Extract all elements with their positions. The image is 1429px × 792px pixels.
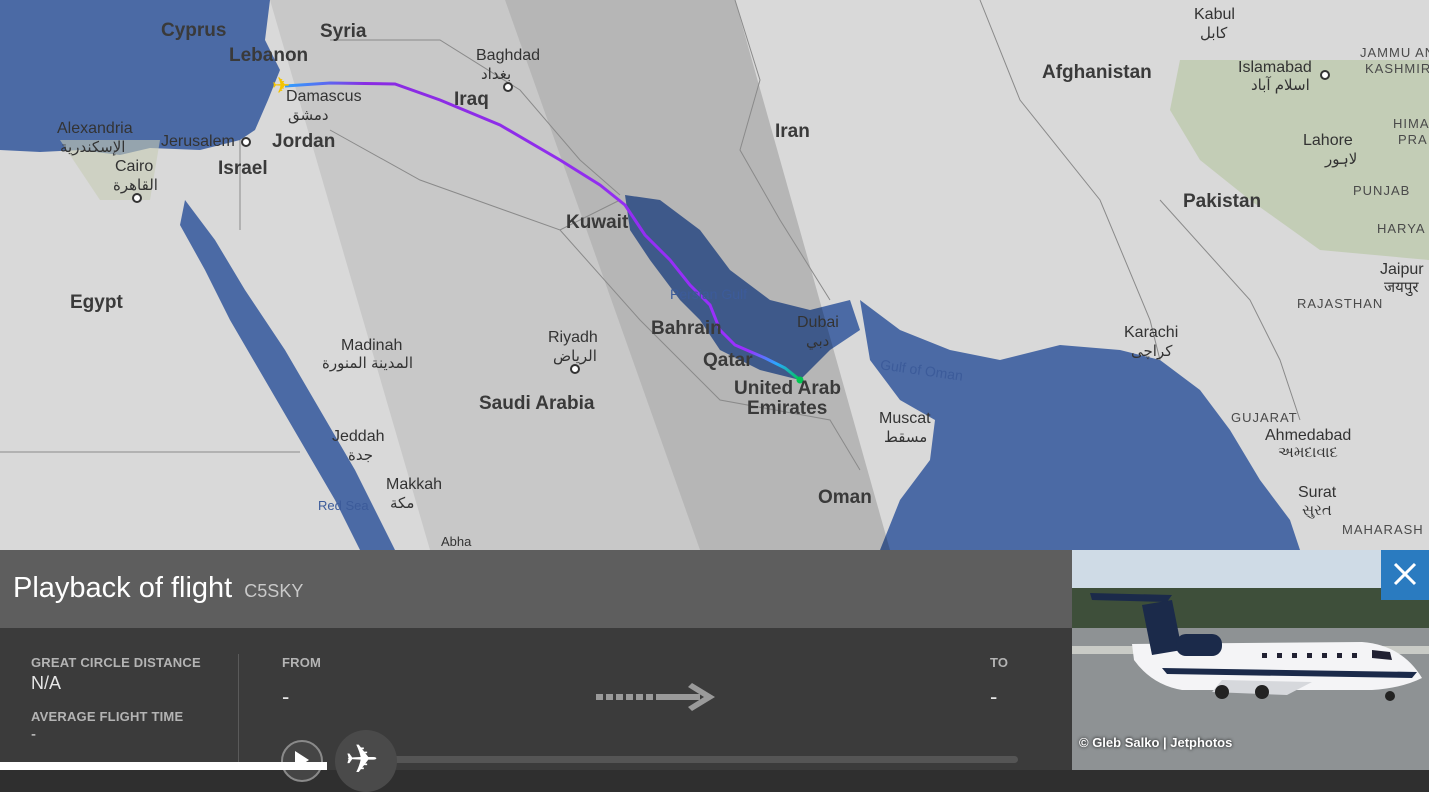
- playback-panel: Playback of flight C5SKY GREAT CIRCLE DI…: [0, 550, 1072, 792]
- label-jordan: Jordan: [272, 131, 336, 152]
- label-karachi: Karachi: [1124, 324, 1179, 341]
- playback-track[interactable]: [392, 756, 1018, 763]
- label-punjab: PUNJAB: [1353, 183, 1411, 198]
- label-afghanistan: Afghanistan: [1042, 62, 1152, 83]
- label-riyadh: Riyadh: [548, 329, 598, 346]
- label-syria: Syria: [320, 21, 367, 42]
- great-circle-label: GREAT CIRCLE DISTANCE: [31, 655, 201, 670]
- label-israel: Israel: [218, 158, 268, 179]
- label-pakistan: Pakistan: [1183, 191, 1262, 212]
- label-oman: Oman: [818, 487, 872, 508]
- label-lebanon: Lebanon: [229, 45, 309, 66]
- label-ahmedabad: Ahmedabad: [1265, 427, 1352, 444]
- label-pradesh: PRA: [1398, 132, 1428, 147]
- airplane-icon: ✈: [345, 738, 379, 782]
- label-surat-gu: સુરત: [1302, 502, 1332, 519]
- label-ahmedabad-gu: અમદાવાદ: [1278, 444, 1338, 461]
- label-iraq: Iraq: [454, 89, 489, 110]
- title-text: Playback of flight: [13, 572, 233, 604]
- label-baghdad: Baghdad: [476, 47, 541, 64]
- label-lahore: Lahore: [1303, 132, 1353, 149]
- callsign: C5SKY: [244, 581, 304, 601]
- label-maharashtra: MAHARASH: [1342, 522, 1424, 537]
- to-value: -: [990, 684, 998, 709]
- label-muscat: Muscat: [879, 410, 931, 427]
- label-saudi-arabia: Saudi Arabia: [479, 393, 595, 414]
- label-islamabad-ar: اسلام آباد: [1251, 77, 1310, 94]
- label-madinah: Madinah: [341, 337, 403, 354]
- close-glyph: [1393, 562, 1417, 586]
- play-icon[interactable]: [281, 740, 323, 782]
- label-lahore-ar: لاہور: [1325, 151, 1358, 168]
- panel-divider: [238, 654, 239, 770]
- from-value: -: [282, 684, 290, 709]
- label-jerusalem: Jerusalem: [161, 133, 235, 150]
- label-qatar: Qatar: [703, 350, 753, 371]
- label-uae-2: Emirates: [747, 398, 828, 419]
- label-red-sea: Red Sea: [318, 498, 369, 513]
- label-haryana: HARYA: [1377, 221, 1426, 236]
- label-kabul-ar: کابل: [1200, 25, 1228, 42]
- label-madinah-ar: المدينة المنورة: [322, 355, 413, 372]
- label-dubai-ar: دبي: [806, 333, 830, 350]
- photo-credit: © Gleb Salko | Jetphotos: [1079, 735, 1233, 750]
- label-gujarat: GUJARAT: [1231, 410, 1298, 425]
- label-damascus-ar: دمشق: [288, 107, 329, 124]
- label-makkah-ar: مكة: [390, 495, 415, 512]
- label-abha: Abha: [441, 534, 472, 549]
- city-dot-jerusalem: [241, 137, 251, 147]
- flight-route: [284, 81, 804, 384]
- label-cairo-ar: القاهرة: [113, 177, 158, 194]
- arrow-right-icon: [596, 683, 715, 711]
- label-damascus: Damascus: [286, 88, 362, 105]
- label-alexandria-ar: الإسكندرية: [60, 139, 126, 156]
- label-cyprus: Cyprus: [161, 20, 227, 41]
- city-dot-baghdad: [503, 82, 513, 92]
- label-rajasthan: RAJASTHAN: [1297, 296, 1384, 311]
- label-bahrain: Bahrain: [651, 318, 722, 339]
- label-iran: Iran: [775, 121, 810, 142]
- playback-slider-handle[interactable]: ✈: [335, 730, 397, 792]
- label-alexandria: Alexandria: [57, 120, 133, 137]
- label-surat: Surat: [1298, 484, 1337, 501]
- label-egypt: Egypt: [70, 292, 123, 313]
- panel-header: Playback of flight C5SKY: [0, 550, 1072, 628]
- avg-time-value: -: [31, 726, 36, 743]
- label-jeddah: Jeddah: [332, 428, 385, 445]
- great-circle-value: N/A: [31, 673, 62, 693]
- label-kashmir: KASHMIR: [1365, 61, 1429, 76]
- label-jaipur-hi: जयपुर: [1384, 279, 1419, 296]
- scrollbar[interactable]: [0, 762, 327, 770]
- label-uae-1: United Arab: [734, 378, 841, 399]
- from-label: FROM: [282, 655, 322, 670]
- city-dot-islamabad: [1320, 70, 1330, 80]
- label-riyadh-ar: الرياض: [553, 348, 597, 365]
- flight-map[interactable]: ✈ Cyprus Syria Lebanon Iraq Jordan Israe…: [0, 0, 1429, 550]
- label-baghdad-ar: بغداد: [481, 66, 512, 83]
- city-dot-cairo: [132, 193, 142, 203]
- city-dot-riyadh: [570, 364, 580, 374]
- label-jammu: JAMMU AN: [1360, 45, 1429, 60]
- label-makkah: Makkah: [386, 476, 443, 493]
- label-cairo: Cairo: [115, 158, 154, 175]
- label-dubai: Dubai: [797, 314, 839, 331]
- panel-title: Playback of flight C5SKY: [13, 572, 303, 605]
- label-persian-gulf: Persian Gulf: [670, 286, 748, 302]
- label-muscat-ar: مسقط: [884, 429, 928, 446]
- label-kuwait: Kuwait: [566, 212, 629, 233]
- label-jeddah-ar: جدة: [348, 447, 374, 464]
- label-kabul: Kabul: [1194, 6, 1235, 23]
- avg-time-label: AVERAGE FLIGHT TIME: [31, 709, 184, 724]
- close-icon[interactable]: [1381, 550, 1429, 600]
- label-karachi-ar: کراچی: [1131, 343, 1173, 360]
- label-islamabad: Islamabad: [1238, 59, 1312, 76]
- to-label: TO: [990, 655, 1009, 670]
- label-himachal: HIMA: [1393, 116, 1429, 131]
